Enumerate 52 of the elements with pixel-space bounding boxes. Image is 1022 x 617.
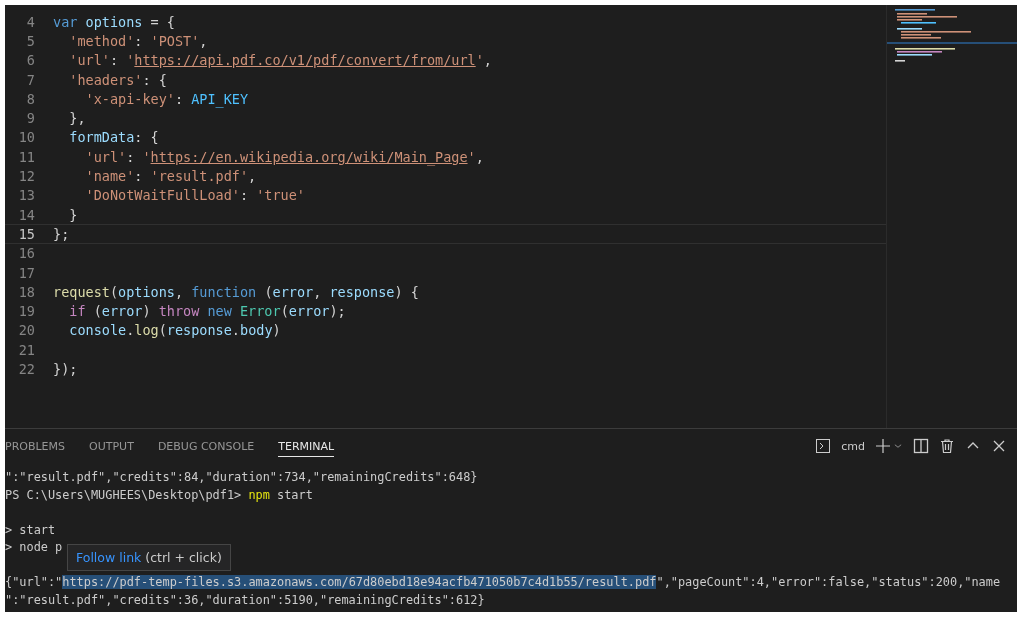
panel-tab[interactable]: PROBLEMS [5, 435, 66, 457]
tooltip-hint: (ctrl + click) [145, 550, 222, 565]
code-line: 'url': 'https://api.pdf.co/v1/pdf/convert/from/url', [68, 52, 492, 69]
terminal-line: {"url":"https://pdf-temp-files.s3.amazonaws.com/67d80ebd18e94acfb471050b7c4d1b55/result.pdf","pageCount":4,"error":false,"status":200,"name [5, 574, 1002, 591]
line-number: 5 [25, 32, 36, 49]
code-line: if (error) throw new Error(error); [68, 303, 346, 320]
terminal-line: ":"result.pdf","credits":36,"duration":5190,"remainingCredits":612} [5, 591, 486, 609]
line-number: 16 [17, 245, 36, 262]
terminal-icon[interactable] [815, 438, 832, 454]
code-line: formData: { [68, 129, 159, 146]
line-number: 4 [25, 13, 36, 30]
line-number: 6 [25, 52, 36, 69]
code-line: 'name': 'result.pdf', [84, 168, 257, 184]
code-line: } [68, 206, 78, 223]
terminal-line: > start [5, 521, 57, 539]
line-number: 14 [17, 206, 36, 223]
line-number: 19 [17, 303, 36, 320]
panel-tab[interactable]: OUTPUT [89, 435, 134, 457]
panel-tab[interactable]: TERMINAL [278, 435, 335, 457]
line-number: 8 [25, 90, 36, 107]
code-line: 'url': 'https://en.wikipedia.org/wiki/Main_Page', [84, 148, 484, 165]
code-line: 'headers': { [68, 71, 167, 88]
line-number: 13 [17, 187, 36, 204]
line-number: 15 [17, 225, 36, 242]
code-line: }, [68, 110, 86, 127]
follow-link[interactable]: Follow link [76, 550, 142, 565]
line-number: 9 [25, 110, 36, 127]
code-line: 'method': 'POST', [68, 32, 208, 49]
line-number: 11 [17, 148, 36, 165]
code-line: 'DoNotWaitFullLoad': 'true' [84, 187, 305, 204]
code-line: }); [53, 361, 78, 377]
trash-icon[interactable] [939, 438, 955, 454]
terminal-line: ":"result.pdf","credits":84,"duration":734,"remainingCredits":648} [5, 469, 479, 486]
code-line: console.log(response.body) [68, 322, 281, 339]
code-line: request(options, function (error, response) { [53, 283, 419, 300]
line-number: 17 [17, 264, 36, 281]
line-number: 12 [17, 168, 36, 184]
plus-icon[interactable] [875, 438, 891, 454]
line-number: 22 [17, 361, 36, 377]
line-number: 18 [17, 283, 36, 300]
line-number: 10 [17, 129, 36, 146]
line-number: 7 [25, 71, 36, 88]
line-number: 20 [17, 322, 36, 339]
split-icon[interactable] [913, 438, 929, 454]
terminal-line: PS C:\Users\MUGHEES\Desktop\pdf1> npm start [5, 486, 314, 504]
panel-tab[interactable]: DEBUG CONSOLE [157, 435, 255, 457]
line-number: 21 [17, 341, 36, 358]
code-line: }; [53, 225, 70, 242]
shell-name[interactable]: cmd [841, 439, 865, 453]
code-line: 'x-api-key': API_KEY [84, 90, 249, 107]
close-icon[interactable] [991, 438, 1007, 454]
code-line: var options = { [53, 13, 175, 30]
